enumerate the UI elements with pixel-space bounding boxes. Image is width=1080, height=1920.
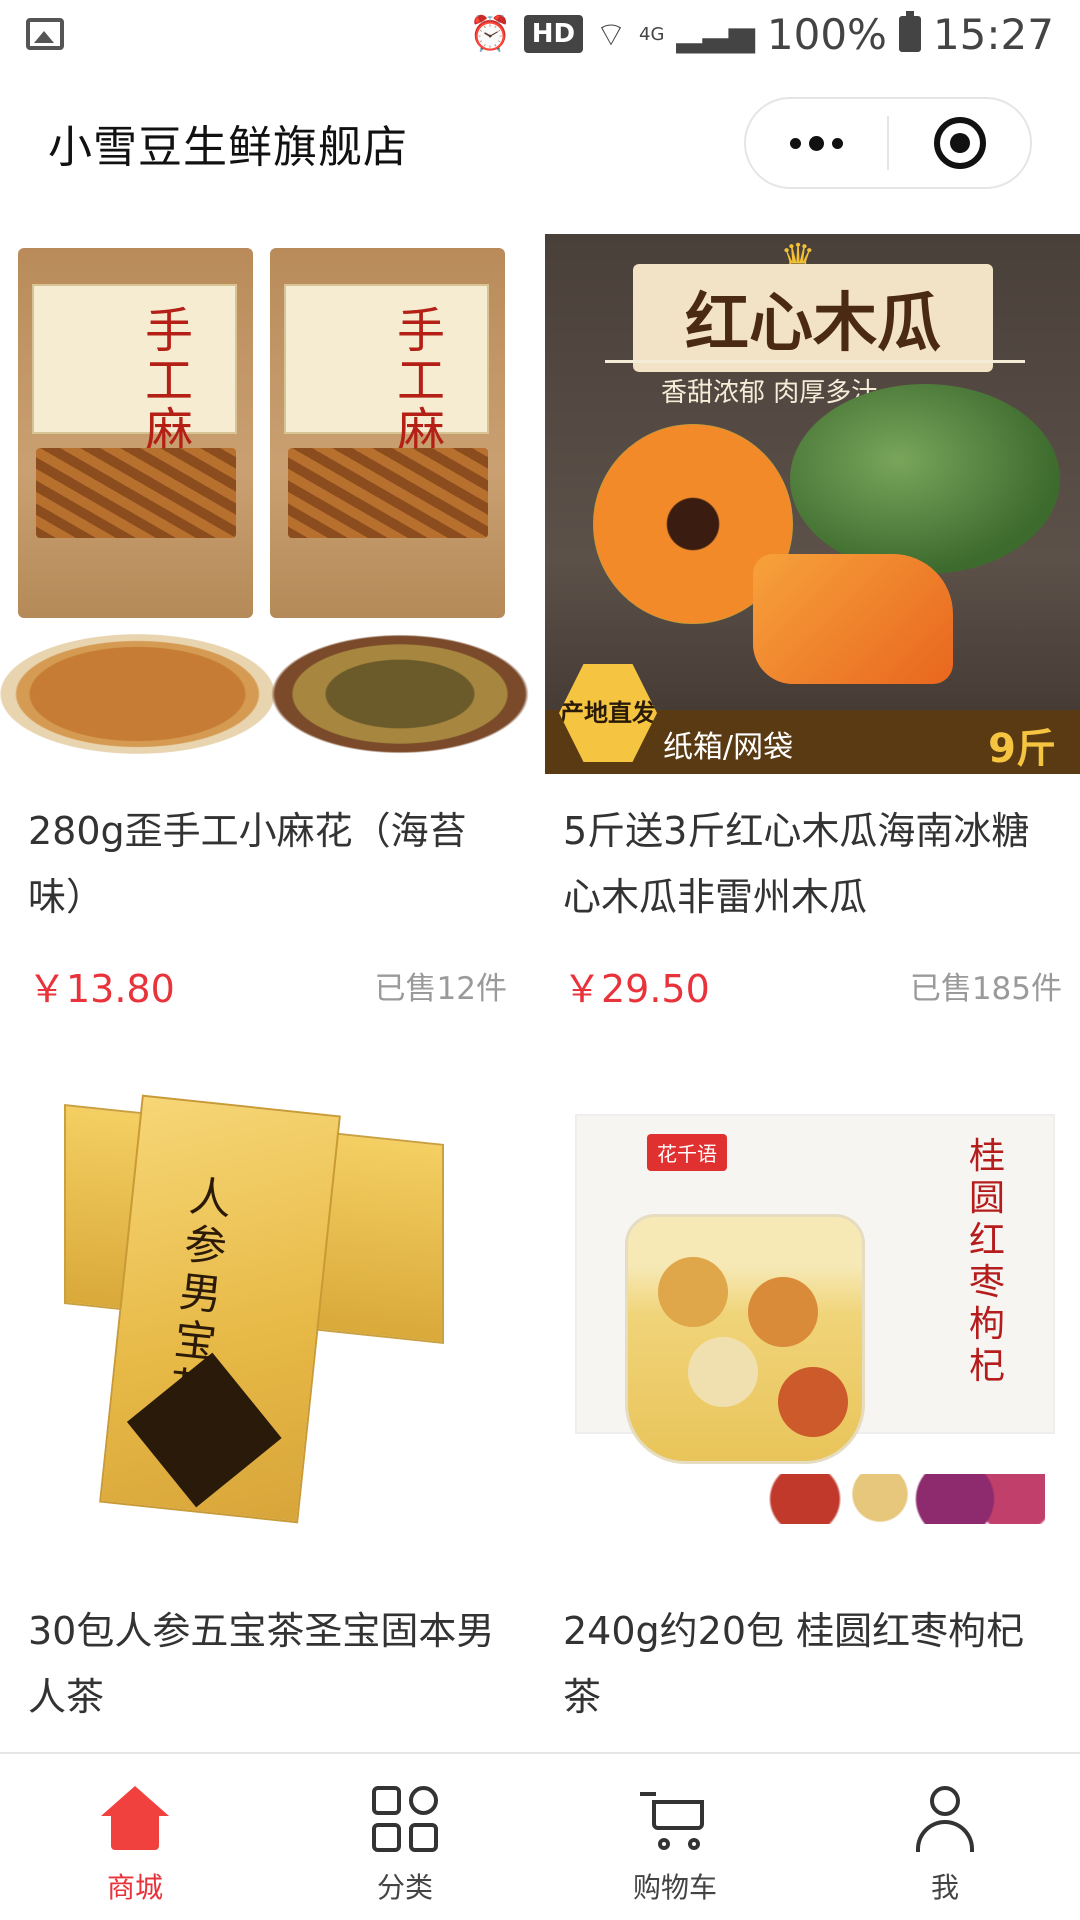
status-bar: ⏰ HD ⌔ 4G ▂▃▅ 100% 15:27 [0, 0, 1080, 68]
image-title: 红心木瓜 [633, 264, 993, 372]
more-button[interactable] [746, 99, 887, 187]
tab-me[interactable]: 我 [810, 1754, 1080, 1920]
product-name[interactable]: 5斤送3斤红心木瓜海南冰糖心木瓜非雷州木瓜 [535, 798, 1080, 930]
tab-label: 购物车 [632, 1871, 717, 1904]
product-image[interactable]: 人参男宝茶 [0, 1084, 535, 1624]
grid-icon [372, 1786, 438, 1852]
mini-program-capsule [744, 97, 1032, 189]
plate [0, 634, 275, 754]
cart-icon [640, 1786, 710, 1852]
box-title: 桂圆红枣枸杞 [969, 1136, 1006, 1387]
papaya [790, 384, 1060, 574]
product-name[interactable]: 280g歪手工小麻花（海苔味） [0, 798, 535, 930]
target-icon [933, 117, 986, 169]
product-name[interactable]: 30包人参五宝茶圣宝固本男人茶 [0, 1598, 535, 1730]
image-weight: 9斤 [988, 726, 1056, 772]
network-type: 4G [639, 23, 665, 45]
tab-mall[interactable]: 商城 [0, 1754, 270, 1920]
user-icon [912, 1786, 978, 1852]
hd-badge: HD [523, 15, 584, 53]
image-notification-icon [26, 18, 64, 50]
tab-label: 商城 [106, 1871, 163, 1904]
close-button[interactable] [889, 99, 1030, 187]
dried-fruits [745, 1474, 1045, 1524]
papaya-slice [753, 554, 953, 684]
product-price: ￥13.80 [28, 967, 175, 1011]
tab-cart[interactable]: 购物车 [540, 1754, 810, 1920]
tab-label: 我 [930, 1871, 959, 1904]
home-icon [101, 1786, 169, 1852]
product-card[interactable]: 花千语 桂圆红枣枸杞 [535, 1044, 1080, 1624]
battery-percent: 100% [766, 9, 887, 59]
product-card[interactable]: ♛ 红心木瓜 香甜浓郁 肉厚多汁 纸箱/网袋 9斤 产地直发 5斤送3斤红心木瓜… [535, 234, 1080, 1044]
product-bag: 手工麻花 [18, 248, 253, 618]
product-price: ￥29.50 [563, 967, 710, 1011]
product-image[interactable]: 手工麻花 手工麻花 [0, 234, 535, 774]
product-card[interactable]: 人参男宝茶 [0, 1044, 535, 1624]
app-header: 小雪豆生鲜旗舰店 [0, 88, 1080, 198]
product-grid: 手工麻花 手工麻花 280g歪手工小麻花（海苔味） ￥13.80 已售12件 ♛… [0, 234, 1080, 1624]
product-names-row: 30包人参五宝茶圣宝固本男人茶 240g约20包 桂圆红枣枸杞茶 [0, 1598, 1080, 1730]
product-image[interactable]: 花千语 桂圆红枣枸杞 [545, 1084, 1080, 1624]
alarm-icon: ⏰ [469, 14, 512, 54]
product-name[interactable]: 240g约20包 桂圆红枣枸杞茶 [535, 1598, 1080, 1730]
signal-icon: ▂▃▅ [676, 14, 755, 54]
page-title: 小雪豆生鲜旗舰店 [48, 122, 408, 173]
product-card[interactable]: 手工麻花 手工麻花 280g歪手工小麻花（海苔味） ￥13.80 已售12件 [0, 234, 535, 1044]
tab-category[interactable]: 分类 [270, 1754, 540, 1920]
more-dots-icon [790, 137, 801, 149]
plate [270, 634, 530, 754]
product-bag: 手工麻花 [270, 248, 505, 618]
brand-tag: 花千语 [647, 1134, 727, 1171]
clock: 15:27 [932, 9, 1054, 59]
product-image[interactable]: ♛ 红心木瓜 香甜浓郁 肉厚多汁 纸箱/网袋 9斤 产地直发 [545, 234, 1080, 774]
bottom-tab-bar: 商城 分类 购物车 我 [0, 1752, 1080, 1920]
tea-box-front: 人参男宝茶 [99, 1094, 341, 1524]
status-indicators: ⏰ HD ⌔ 4G ▂▃▅ 100% 15:27 [469, 10, 1054, 59]
tea-jar [625, 1214, 865, 1464]
product-sold-count: 已售185件 [909, 971, 1062, 1007]
wifi-icon: ⌔ [595, 14, 628, 55]
battery-icon [898, 11, 921, 52]
product-sold-count: 已售12件 [374, 971, 507, 1007]
image-pack: 纸箱/网袋 [663, 730, 794, 765]
tab-label: 分类 [376, 1871, 433, 1904]
